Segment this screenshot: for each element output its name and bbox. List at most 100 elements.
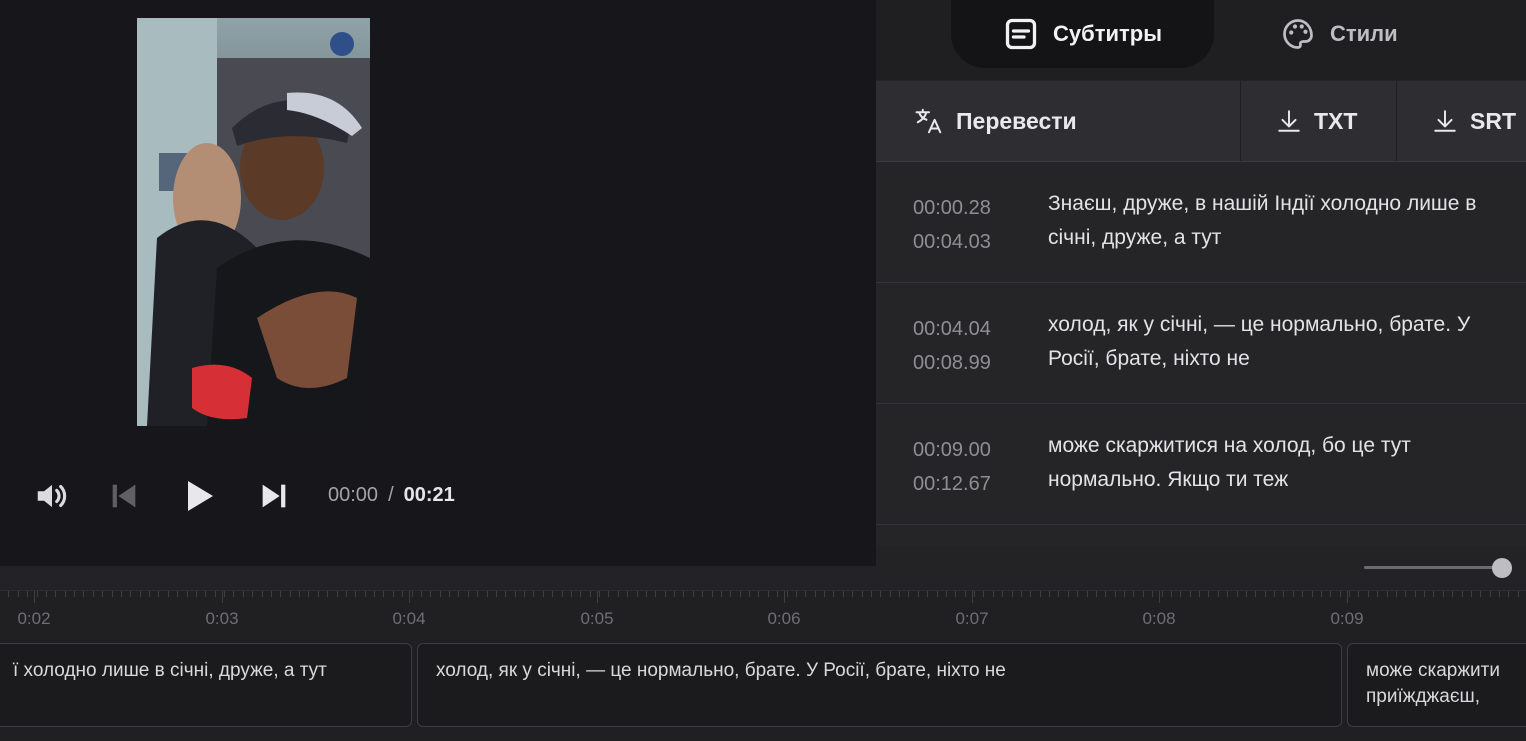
previous-button[interactable] <box>104 466 144 526</box>
tab-styles-label: Стили <box>1330 21 1398 46</box>
timeline-clip[interactable]: може скаржити приїжджаєш, <box>1347 643 1526 727</box>
ruler-minor-tick <box>571 591 572 597</box>
ruler-minor-tick <box>1518 591 1519 597</box>
ruler-minor-tick <box>318 591 319 597</box>
ruler-minor-tick <box>402 591 403 597</box>
ruler-minor-tick <box>1499 591 1500 597</box>
subtitle-row[interactable]: 00:09.00 00:12.67 може скаржитися на хол… <box>876 404 1526 525</box>
ruler-minor-tick <box>1227 591 1228 597</box>
ruler-minor-tick <box>1274 591 1275 597</box>
ruler-minor-tick <box>299 591 300 597</box>
ruler-minor-tick <box>852 591 853 597</box>
ruler-minor-tick <box>93 591 94 597</box>
subtitle-text[interactable]: Знаєш, друже, в нашій Індії холодно лише… <box>1048 187 1488 255</box>
download-srt-button[interactable]: SRT <box>1432 81 1516 161</box>
ruler-minor-tick <box>1058 591 1059 597</box>
ruler-minor-tick <box>1405 591 1406 597</box>
subtitle-start[interactable]: 00:00.28 <box>913 191 991 225</box>
ruler-minor-tick <box>562 591 563 597</box>
ruler-minor-tick <box>1218 591 1219 597</box>
ruler-minor-tick <box>1330 591 1331 597</box>
ruler-minor-tick <box>1377 591 1378 597</box>
volume-button[interactable] <box>30 466 74 526</box>
ruler-label: 0:03 <box>205 609 239 628</box>
time-display: 00:00 / 00:21 <box>328 484 455 507</box>
video-player: 00:00 / 00:21 <box>0 0 876 566</box>
tab-subtitles[interactable]: Субтитры <box>951 0 1214 68</box>
ruler-minor-tick <box>693 591 694 597</box>
subtitles-panel: Субтитры Стили Перевести TXT SRT 00:00.2… <box>876 0 1526 546</box>
subtitle-end[interactable]: 00:08.99 <box>913 346 991 380</box>
ruler-minor-tick <box>1077 591 1078 597</box>
ruler-minor-tick <box>1199 591 1200 597</box>
ruler-minor-tick <box>1040 591 1041 597</box>
zoom-slider-handle[interactable] <box>1491 558 1512 578</box>
ruler-minor-tick <box>46 591 47 597</box>
ruler-minor-tick <box>158 591 159 597</box>
ruler-minor-tick <box>1124 591 1125 597</box>
subtitle-end[interactable]: 00:04.03 <box>913 225 991 259</box>
translate-button[interactable]: Перевести <box>914 81 1077 161</box>
ruler-minor-tick <box>421 591 422 597</box>
ruler-minor-tick <box>1462 591 1463 597</box>
ruler-minor-tick <box>515 591 516 597</box>
ruler-minor-tick <box>505 591 506 597</box>
ruler-minor-tick <box>140 591 141 597</box>
ruler-minor-tick <box>1133 591 1134 597</box>
ruler-minor-tick <box>1368 591 1369 597</box>
ruler-minor-tick <box>637 591 638 597</box>
ruler-minor-tick <box>468 591 469 597</box>
subtitle-end[interactable]: 00:12.67 <box>913 467 991 501</box>
ruler-minor-tick <box>974 591 975 597</box>
timeline-clip[interactable]: холод, як у січні, — це нормально, брате… <box>417 643 1342 727</box>
zoom-slider-track[interactable] <box>1364 566 1512 569</box>
ruler-minor-tick <box>1508 591 1509 597</box>
subtitle-row[interactable]: 00:00.28 00:04.03 Знаєш, друже, в нашій … <box>876 162 1526 283</box>
ruler-minor-tick <box>487 591 488 597</box>
ruler-minor-tick <box>618 591 619 597</box>
play-button[interactable] <box>174 466 222 526</box>
subtitle-text[interactable]: може скаржитися на холод, бо це тут норм… <box>1048 429 1488 497</box>
timeline[interactable]: 0:020:030:040:050:060:070:080:090 ї холо… <box>0 590 1526 741</box>
ruler-minor-tick <box>440 591 441 597</box>
ruler-minor-tick <box>749 591 750 597</box>
ruler-minor-tick <box>130 591 131 597</box>
ruler-label: 0:02 <box>17 609 51 628</box>
ruler-minor-tick <box>665 591 666 597</box>
ruler-minor-tick <box>927 591 928 597</box>
ruler-minor-tick <box>683 591 684 597</box>
ruler-major-tick <box>1159 591 1160 603</box>
ruler-minor-tick <box>590 591 591 597</box>
ruler-minor-tick <box>777 591 778 597</box>
video-frame[interactable] <box>137 18 370 426</box>
ruler-minor-tick <box>121 591 122 597</box>
ruler-minor-tick <box>627 591 628 597</box>
duration: 00:21 <box>403 484 455 506</box>
tab-styles[interactable]: Стили <box>1280 0 1398 68</box>
subtitle-start[interactable]: 00:09.00 <box>913 433 991 467</box>
download-txt-button[interactable]: TXT <box>1276 81 1357 161</box>
ruler-minor-tick <box>1143 591 1144 597</box>
ruler-minor-tick <box>796 591 797 597</box>
ruler-major-tick <box>784 591 785 603</box>
ruler-minor-tick <box>83 591 84 597</box>
subtitle-start[interactable]: 00:04.04 <box>913 312 991 346</box>
ruler-minor-tick <box>1471 591 1472 597</box>
ruler-minor-tick <box>740 591 741 597</box>
ruler-minor-tick <box>8 591 9 597</box>
ruler-minor-tick <box>1415 591 1416 597</box>
ruler-minor-tick <box>655 591 656 597</box>
ruler-minor-tick <box>1030 591 1031 597</box>
ruler-major-tick <box>972 591 973 603</box>
subtitle-row[interactable]: 00:04.04 00:08.99 холод, як у січні, — ц… <box>876 283 1526 404</box>
ruler-minor-tick <box>815 591 816 597</box>
ruler-minor-tick <box>805 591 806 597</box>
ruler-minor-tick <box>1246 591 1247 597</box>
subtitle-text[interactable]: холод, як у січні, — це нормально, брате… <box>1048 308 1488 376</box>
clip-text: може скаржити приїжджаєш, <box>1366 660 1500 707</box>
ruler-label: 0:07 <box>955 609 989 628</box>
clip-text: ї холодно лише в січні, друже, а тут <box>13 660 327 681</box>
ruler-minor-tick <box>215 591 216 597</box>
next-button[interactable] <box>254 466 294 526</box>
timeline-clip[interactable]: ї холодно лише в січні, друже, а тут <box>0 643 412 727</box>
